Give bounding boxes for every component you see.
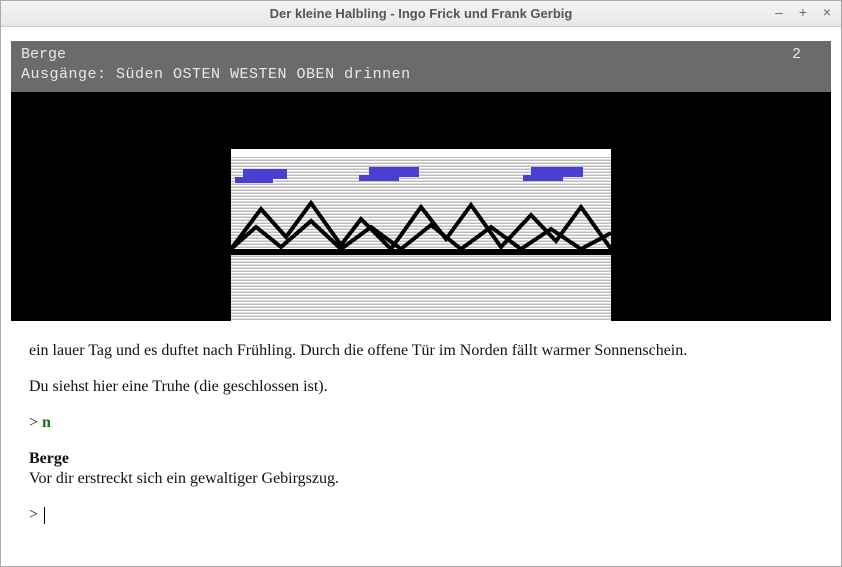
graphics-viewport: Berge 2 Ausgänge: Süden OSTEN WESTEN OBE… bbox=[11, 41, 831, 321]
location-block: Berge Vor dir erstreckt sich ein gewalti… bbox=[29, 449, 813, 489]
story-text: ein lauer Tag und es duftet nach Frühlin… bbox=[11, 321, 831, 560]
command-input-line[interactable]: > bbox=[29, 505, 813, 525]
minimize-button[interactable]: – bbox=[771, 4, 787, 20]
maximize-button[interactable]: + bbox=[795, 4, 811, 20]
titlebar: Der kleine Halbling - Ingo Frick und Fra… bbox=[1, 1, 841, 27]
location-description: Vor dir erstreckt sich ein gewaltiger Ge… bbox=[29, 469, 813, 489]
prompt-symbol: > bbox=[29, 505, 38, 525]
status-turns: 2 bbox=[781, 45, 821, 65]
text-cursor bbox=[44, 507, 45, 524]
close-button[interactable]: × bbox=[819, 4, 835, 20]
game-area: Berge 2 Ausgänge: Süden OSTEN WESTEN OBE… bbox=[1, 27, 841, 566]
prompt-symbol: > bbox=[29, 414, 38, 431]
window-controls: – + × bbox=[771, 4, 835, 20]
scene-illustration bbox=[231, 149, 611, 321]
status-exits-label: Ausgänge: bbox=[21, 66, 107, 83]
status-location: Berge bbox=[21, 45, 781, 65]
previous-command-line: > n bbox=[29, 413, 813, 433]
window-title: Der kleine Halbling - Ingo Frick und Fra… bbox=[1, 6, 841, 21]
story-paragraph: Du siehst hier eine Truhe (die geschloss… bbox=[29, 377, 813, 397]
location-heading: Berge bbox=[29, 449, 813, 469]
story-paragraph: ein lauer Tag und es duftet nach Frühlin… bbox=[29, 341, 813, 361]
previous-command: n bbox=[42, 414, 51, 431]
status-bar: Berge 2 Ausgänge: Süden OSTEN WESTEN OBE… bbox=[11, 41, 831, 92]
status-exits: Süden OSTEN WESTEN OBEN drinnen bbox=[116, 66, 411, 83]
app-window: Der kleine Halbling - Ingo Frick und Fra… bbox=[0, 0, 842, 567]
